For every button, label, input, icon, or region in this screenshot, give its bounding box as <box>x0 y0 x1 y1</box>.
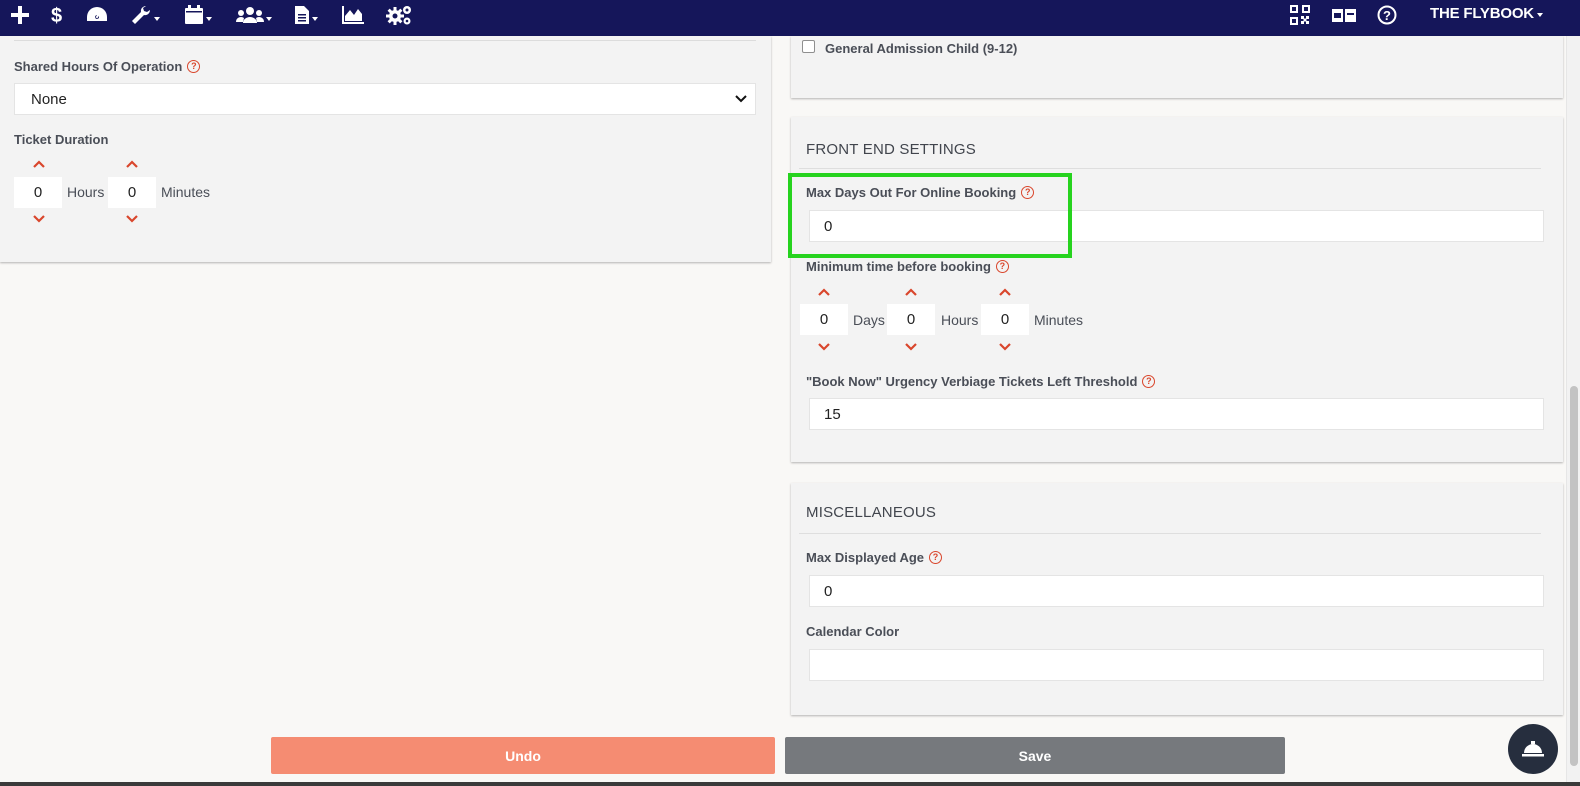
hours-increment-icon[interactable] <box>904 287 918 297</box>
min-hours-input[interactable]: 0 <box>887 304 935 335</box>
min-days-input[interactable]: 0 <box>800 304 848 335</box>
duration-minutes-value: 0 <box>127 184 137 201</box>
ticket-icon[interactable] <box>1331 0 1357 30</box>
caret-down-icon <box>1536 12 1543 17</box>
days-increment-icon[interactable] <box>817 287 831 297</box>
calendar-color-label-text: Calendar Color <box>806 624 900 639</box>
max-days-label: Max Days Out For Online Booking ? <box>806 185 1035 200</box>
min-time-label-text: Minimum time before booking <box>806 259 991 274</box>
max-age-value: 0 <box>824 582 833 600</box>
min-minutes-value: 0 <box>1000 311 1010 328</box>
front-end-settings-title: FRONT END SETTINGS <box>806 141 976 158</box>
svg-text:$: $ <box>51 5 62 26</box>
minutes-unit-label: Minutes <box>161 184 211 200</box>
max-days-label-text: Max Days Out For Online Booking <box>806 185 1017 200</box>
calendar-color-label: Calendar Color <box>806 624 899 639</box>
hours-decrement-icon[interactable] <box>32 214 46 224</box>
days-decrement-icon[interactable] <box>817 342 831 352</box>
calendar-icon[interactable] <box>184 0 212 30</box>
svg-text:?: ? <box>1383 8 1391 23</box>
plus-icon[interactable] <box>10 0 30 30</box>
min-hours-value: 0 <box>906 311 916 328</box>
save-button[interactable]: Save <box>785 737 1285 774</box>
users-icon[interactable] <box>236 0 272 30</box>
max-days-input[interactable]: 0 <box>809 210 1544 242</box>
chevron-down-icon <box>735 95 747 103</box>
hours-unit-label: Hours <box>67 184 105 200</box>
minutes-decrement-icon[interactable] <box>998 342 1012 352</box>
max-age-label-text: Max Displayed Age <box>806 550 925 565</box>
duration-minutes-input[interactable]: 0 <box>108 177 156 208</box>
help-circle-icon[interactable]: ? <box>1377 0 1397 30</box>
dashboard-gauge-icon[interactable] <box>85 0 109 30</box>
shared-hours-label-text: Shared Hours Of Operation <box>14 59 183 74</box>
duration-hours-value: 0 <box>33 184 43 201</box>
general-admission-child-checkbox[interactable] <box>802 40 815 53</box>
hours-unit-label: Hours <box>941 312 979 328</box>
minutes-decrement-icon[interactable] <box>125 214 139 224</box>
save-button-label: Save <box>1018 747 1052 764</box>
undo-button[interactable]: Undo <box>271 737 775 774</box>
help-icon[interactable]: ? <box>187 60 201 73</box>
front-end-settings-panel: FRONT END SETTINGS Max Days Out For Onli… <box>791 117 1563 462</box>
document-icon[interactable] <box>294 0 318 30</box>
duration-hours-input[interactable]: 0 <box>14 177 62 208</box>
section-divider <box>799 533 1541 534</box>
urgency-label-text: "Book Now" Urgency Verbiage Tickets Left… <box>806 374 1138 389</box>
gears-icon[interactable] <box>386 0 414 30</box>
urgency-threshold-input[interactable]: 15 <box>809 398 1544 430</box>
max-age-input[interactable]: 0 <box>809 575 1544 607</box>
service-bell-icon <box>1522 741 1544 757</box>
ticket-duration-label: Ticket Duration <box>14 132 108 147</box>
area-chart-icon[interactable] <box>342 0 364 30</box>
support-chat-button[interactable] <box>1508 724 1558 774</box>
miscellaneous-title: MISCELLANEOUS <box>806 504 937 521</box>
minutes-unit-label: Minutes <box>1034 312 1084 328</box>
section-divider <box>799 168 1541 169</box>
dollar-icon[interactable]: $ <box>51 0 65 30</box>
max-age-label: Max Displayed Age ? <box>806 550 943 565</box>
ticket-duration-label-text: Ticket Duration <box>14 132 109 147</box>
days-unit-label: Days <box>853 312 885 328</box>
minutes-increment-icon[interactable] <box>125 159 139 169</box>
calendar-color-input[interactable] <box>809 649 1544 681</box>
top-navigation-bar: $ ? THE FLYBOOK <box>0 0 1580 36</box>
urgency-label: "Book Now" Urgency Verbiage Tickets Left… <box>806 374 1156 389</box>
hours-increment-icon[interactable] <box>32 159 46 169</box>
vertical-scrollbar[interactable] <box>1566 36 1580 782</box>
shared-hours-selected-value: None <box>31 90 67 108</box>
wrench-icon[interactable] <box>130 0 160 30</box>
help-icon[interactable]: ? <box>929 551 943 564</box>
general-settings-panel: Shared Hours Of Operation ? None Ticket … <box>0 36 771 262</box>
qr-code-icon[interactable] <box>1290 0 1310 30</box>
help-icon[interactable]: ? <box>1142 375 1156 388</box>
hours-decrement-icon[interactable] <box>904 342 918 352</box>
general-admission-child-label: General Admission Child (9-12) <box>825 41 1018 56</box>
help-icon[interactable]: ? <box>1021 186 1035 199</box>
miscellaneous-panel: MISCELLANEOUS Max Displayed Age ? 0 Cale… <box>791 483 1563 715</box>
urgency-threshold-value: 15 <box>824 405 841 423</box>
undo-button-label: Undo <box>505 747 541 764</box>
shared-hours-label: Shared Hours Of Operation ? <box>14 59 201 74</box>
max-days-value: 0 <box>824 217 833 235</box>
help-icon[interactable]: ? <box>995 260 1009 273</box>
brand-name: THE FLYBOOK <box>1430 5 1534 22</box>
min-days-value: 0 <box>819 311 829 328</box>
min-time-label: Minimum time before booking ? <box>806 259 1009 274</box>
min-minutes-input[interactable]: 0 <box>981 304 1029 335</box>
minutes-increment-icon[interactable] <box>998 287 1012 297</box>
scrollbar-thumb[interactable] <box>1570 386 1578 766</box>
previous-field-edge <box>14 36 756 41</box>
shared-hours-select[interactable]: None <box>14 83 756 115</box>
brand-menu[interactable]: THE FLYBOOK <box>1430 5 1543 22</box>
window-bottom-edge <box>0 782 1580 786</box>
